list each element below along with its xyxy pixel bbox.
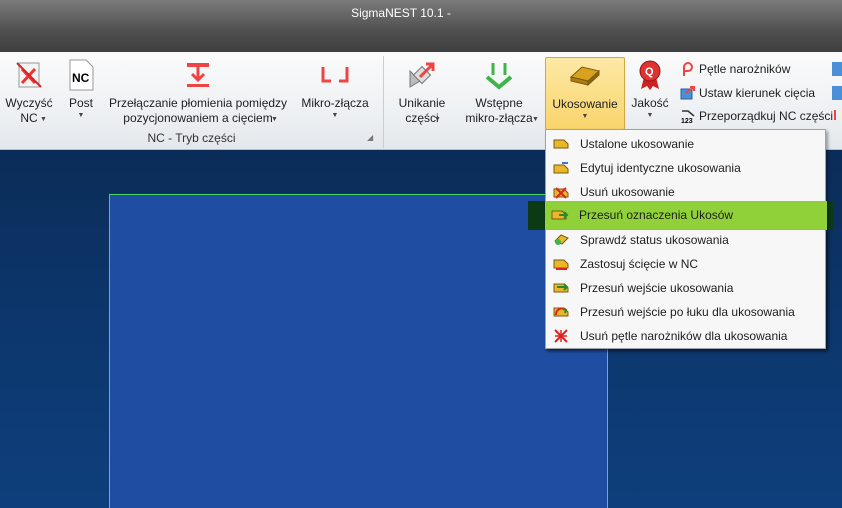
pre-micro-joints-label-1: Wstępne (475, 96, 523, 110)
bevel-move-icon (551, 207, 569, 223)
window-title: SigmaNEST 10.1 - (351, 6, 451, 20)
clear-nc-icon (12, 58, 46, 92)
overflow-icon[interactable] (834, 110, 842, 120)
chevron-down-icon: ▼ (40, 116, 47, 123)
menu-item-label: Przesuń wejście ukosowania (580, 281, 734, 295)
bevel-leadin-icon (552, 280, 570, 296)
bevel-label: Ukosowanie (552, 97, 618, 111)
menu-item-fixed-bevel[interactable]: Ustalone ukosowanie (546, 132, 825, 156)
cut-direction-label: Ustaw kierunek cięcia (699, 86, 816, 100)
group-separator (383, 56, 384, 148)
svg-text:123: 123 (681, 118, 693, 124)
reorder-nc-label: Przeporządkuj NC części (699, 109, 834, 123)
menu-item-label: Ustalone ukosowanie (580, 137, 695, 151)
highlight-shadow (528, 201, 545, 230)
group-caption: NC - Tryb części (147, 131, 236, 145)
menu-item-label: Usuń pętle narożników dla ukosowania (580, 329, 788, 343)
chevron-down-icon: ▼ (331, 112, 339, 119)
menu-item-check-status[interactable]: Sprawdź status ukosowania (546, 228, 825, 252)
toggle-flame-label-2: pozycjonowaniem a cięciem (123, 111, 273, 125)
svg-text:NC: NC (72, 71, 90, 85)
pre-micro-joints-button[interactable]: Wstępne mikro-złącza ▼ (458, 58, 540, 126)
flame-toggle-icon (181, 58, 215, 92)
menu-item-label: Edytuj identyczne ukosowania (580, 161, 741, 175)
clear-nc-label-2: NC (20, 111, 38, 125)
quality-button[interactable]: Q Jakość ▼ (630, 58, 670, 121)
menu-item-label: Przesuń oznaczenia Ukosów (579, 208, 734, 222)
part-plate[interactable] (109, 194, 608, 508)
overflow-icon[interactable] (832, 86, 842, 100)
corner-loops-label: Pętle narożników (699, 62, 791, 76)
bevel-dropdown-menu-lower: Sprawdź status ukosowania Zastosuj ścięc… (545, 230, 826, 349)
corner-loops-button[interactable]: Pętle narożników (680, 59, 790, 79)
nc-file-icon: NC (64, 58, 98, 92)
chevron-down-icon: ▼ (77, 112, 85, 119)
reorder-123-icon: 123 (680, 108, 696, 124)
post-label: Post (68, 96, 93, 110)
menu-item-label: Sprawdź status ukosowania (580, 233, 729, 247)
post-button[interactable]: NC Post ▼ (62, 58, 100, 121)
pre-micro-joints-icon (482, 58, 516, 92)
avoid-parts-button[interactable]: Unikanie części ▼ (392, 58, 452, 126)
toggle-flame-button[interactable]: Przełączanie płomienia pomiędzy pozycjon… (106, 58, 290, 126)
chevron-down-icon: ▼ (532, 116, 539, 123)
chevron-down-icon: ▼ (646, 112, 654, 119)
bevel-icon (552, 136, 570, 152)
micro-joints-button[interactable]: Mikro-złącza ▼ (298, 58, 372, 121)
pre-micro-joints-label-2: mikro-złącza (465, 111, 533, 125)
bevel-arc-leadin-icon (552, 304, 570, 320)
svg-text:Q: Q (645, 66, 654, 78)
bevel-button[interactable]: Ukosowanie ▼ (545, 57, 625, 130)
menu-item-remove-corner-loops[interactable]: Usuń pętle narożników dla ukosowania (546, 324, 825, 348)
remove-loops-icon (552, 328, 570, 344)
quality-label: Jakość (631, 96, 669, 110)
overflow-icon[interactable] (832, 62, 842, 76)
avoid-parts-label-1: Unikanie (398, 96, 446, 110)
cut-direction-button[interactable]: Ustaw kierunek cięcia (680, 83, 815, 103)
chevron-down-icon: ▼ (434, 116, 441, 123)
chevron-down-icon: ▼ (271, 116, 278, 123)
menu-item-move-leadin[interactable]: Przesuń wejście ukosowania (546, 276, 825, 300)
bevel-status-icon (552, 232, 570, 248)
bevel-delete-icon (552, 184, 570, 200)
avoid-parts-icon (405, 58, 439, 92)
menu-item-move-arc-leadin[interactable]: Przesuń wejście po łuku dla ukosowania (546, 300, 825, 324)
menu-item-label: Przesuń wejście po łuku dla ukosowania (580, 305, 795, 319)
menu-item-label: Zastosuj ścięcie w NC (580, 257, 699, 271)
bevel-edit-icon (552, 160, 570, 176)
bevel-apply-icon (552, 256, 570, 272)
menu-item-label: Usuń ukosowanie (580, 185, 675, 199)
chevron-down-icon: ▼ (581, 113, 589, 120)
highlight-shadow (826, 201, 833, 230)
micro-joints-icon (318, 58, 352, 92)
quality-badge-icon: Q (633, 58, 667, 92)
bevel-icon (568, 59, 602, 93)
corner-loop-icon (680, 61, 696, 77)
toggle-flame-label-1: Przełączanie płomienia pomiędzy (108, 96, 288, 110)
cut-direction-icon (680, 85, 696, 101)
menu-item-edit-identical[interactable]: Edytuj identyczne ukosowania (546, 156, 825, 180)
reorder-nc-button[interactable]: 123 Przeporządkuj NC części (680, 106, 833, 126)
micro-joints-label: Mikro-złącza (301, 96, 369, 110)
menu-item-apply-bevel-nc[interactable]: Zastosuj ścięcie w NC (546, 252, 825, 276)
menu-item-move-bevel-marks[interactable]: Przesuń oznaczenia Ukosów (545, 201, 827, 230)
title-bar: SigmaNEST 10.1 - (0, 0, 842, 52)
clear-nc-label-1: Wyczyść (5, 96, 53, 110)
clear-nc-button[interactable]: Wyczyść NC ▼ (4, 58, 54, 126)
